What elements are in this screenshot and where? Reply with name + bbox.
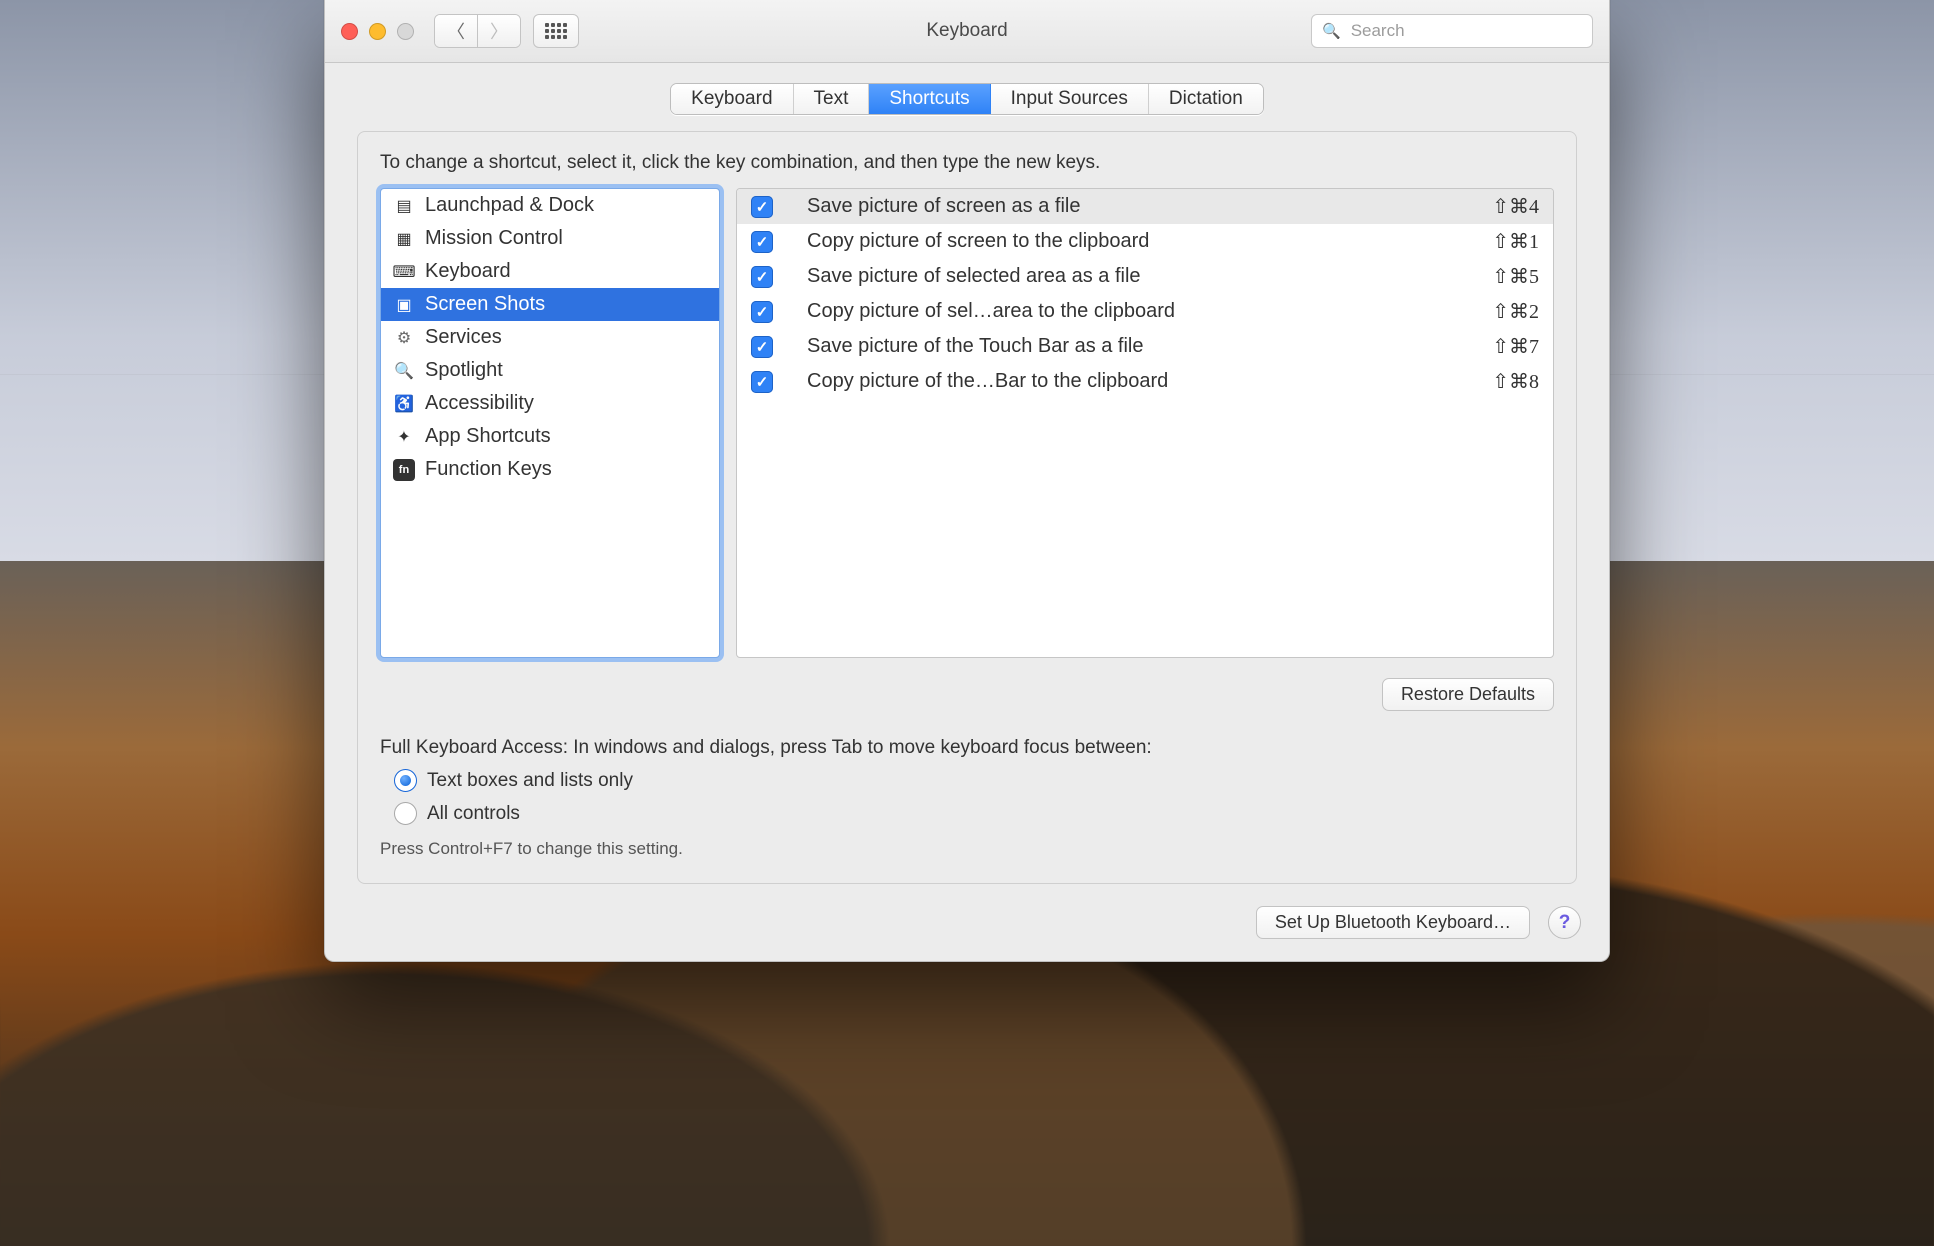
radio-button[interactable] bbox=[394, 802, 417, 825]
shortcut-label: Copy picture of sel…area to the clipboar… bbox=[807, 300, 1445, 323]
category-item[interactable]: ♿ Accessibility bbox=[381, 387, 719, 420]
category-label: Mission Control bbox=[425, 227, 563, 250]
keyboard-icon: ⌨ bbox=[393, 261, 415, 283]
fka-option-label: All controls bbox=[427, 803, 520, 825]
zoom-button[interactable] bbox=[397, 23, 414, 40]
titlebar: 〈 〉 Keyboard 🔍 bbox=[325, 0, 1609, 63]
spotlight-icon: 🔍 bbox=[393, 360, 415, 382]
tab-bar: KeyboardTextShortcutsInput SourcesDictat… bbox=[670, 83, 1264, 115]
shortcut-checkbox[interactable]: ✓ bbox=[751, 231, 773, 253]
restore-defaults-button[interactable]: Restore Defaults bbox=[1382, 678, 1554, 711]
fka-heading: Full Keyboard Access: In windows and dia… bbox=[380, 737, 1554, 759]
chevron-right-icon: 〉 bbox=[490, 18, 508, 44]
screenshot-icon: ▣ bbox=[393, 294, 415, 316]
category-item[interactable]: ⌨ Keyboard bbox=[381, 255, 719, 288]
help-button[interactable]: ? bbox=[1548, 906, 1581, 939]
category-item[interactable]: ▣ Screen Shots bbox=[381, 288, 719, 321]
lists-container: ▤ Launchpad & Dock ▦ Mission Control ⌨ Keyboa… bbox=[380, 188, 1554, 658]
grid-icon bbox=[545, 23, 567, 39]
tab-input-sources[interactable]: Input Sources bbox=[991, 84, 1149, 114]
category-item[interactable]: fn Function Keys bbox=[381, 453, 719, 486]
shortcut-checkbox[interactable]: ✓ bbox=[751, 371, 773, 393]
category-label: Spotlight bbox=[425, 359, 503, 382]
shortcut-checkbox[interactable]: ✓ bbox=[751, 336, 773, 358]
shortcut-checkbox[interactable]: ✓ bbox=[751, 301, 773, 323]
minimize-button[interactable] bbox=[369, 23, 386, 40]
gear-icon: ⚙ bbox=[393, 327, 415, 349]
tabs-row: KeyboardTextShortcutsInput SourcesDictat… bbox=[325, 63, 1609, 131]
bottom-bar: Set Up Bluetooth Keyboard… ? bbox=[325, 884, 1609, 961]
show-all-button[interactable] bbox=[533, 14, 579, 48]
fka-option[interactable]: All controls bbox=[380, 802, 1554, 825]
apps-icon: ✦ bbox=[393, 426, 415, 448]
back-button[interactable]: 〈 bbox=[435, 15, 478, 47]
nav-back-forward: 〈 〉 bbox=[434, 14, 521, 48]
fka-option-label: Text boxes and lists only bbox=[427, 770, 633, 792]
shortcut-checkbox[interactable]: ✓ bbox=[751, 196, 773, 218]
shortcut-label: Copy picture of screen to the clipboard bbox=[807, 230, 1445, 253]
category-label: Function Keys bbox=[425, 458, 552, 481]
category-list[interactable]: ▤ Launchpad & Dock ▦ Mission Control ⌨ Keyboa… bbox=[380, 188, 720, 658]
category-label: Accessibility bbox=[425, 392, 534, 415]
shortcut-label: Copy picture of the…Bar to the clipboard bbox=[807, 370, 1445, 393]
tab-shortcuts[interactable]: Shortcuts bbox=[869, 84, 990, 114]
search-input[interactable] bbox=[1349, 20, 1582, 42]
category-item[interactable]: ✦ App Shortcuts bbox=[381, 420, 719, 453]
forward-button[interactable]: 〉 bbox=[478, 15, 520, 47]
window-controls bbox=[341, 23, 414, 40]
search-icon: 🔍 bbox=[1322, 22, 1341, 40]
search-field[interactable]: 🔍 bbox=[1311, 14, 1593, 48]
category-item[interactable]: ⚙ Services bbox=[381, 321, 719, 354]
shortcuts-panel: To change a shortcut, select it, click t… bbox=[357, 131, 1577, 884]
category-item[interactable]: ▦ Mission Control bbox=[381, 222, 719, 255]
fka-option[interactable]: Text boxes and lists only bbox=[380, 769, 1554, 792]
shortcut-row[interactable]: ✓ Copy picture of the…Bar to the clipboar… bbox=[737, 364, 1553, 399]
category-label: App Shortcuts bbox=[425, 425, 551, 448]
category-label: Services bbox=[425, 326, 502, 349]
shortcut-keys[interactable]: ⇧⌘2 bbox=[1459, 299, 1539, 324]
radio-button[interactable] bbox=[394, 769, 417, 792]
shortcut-row[interactable]: ✓ Copy picture of sel…area to the clipboa… bbox=[737, 294, 1553, 329]
preferences-window: 〈 〉 Keyboard 🔍 KeyboardTextS bbox=[324, 0, 1610, 962]
category-label: Keyboard bbox=[425, 260, 511, 283]
tab-keyboard[interactable]: Keyboard bbox=[671, 84, 793, 114]
category-label: Launchpad & Dock bbox=[425, 194, 594, 217]
tab-dictation[interactable]: Dictation bbox=[1149, 84, 1263, 114]
shortcut-row[interactable]: ✓ Save picture of screen as a file ⇧⌘4 bbox=[737, 189, 1553, 224]
rocket-icon: ▤ bbox=[393, 195, 415, 217]
category-item[interactable]: ▤ Launchpad & Dock bbox=[381, 189, 719, 222]
shortcut-keys[interactable]: ⇧⌘7 bbox=[1459, 334, 1539, 359]
mission-icon: ▦ bbox=[393, 228, 415, 250]
setup-bluetooth-keyboard-button[interactable]: Set Up Bluetooth Keyboard… bbox=[1256, 906, 1530, 939]
shortcut-row[interactable]: ✓ Copy picture of screen to the clipboard… bbox=[737, 224, 1553, 259]
shortcut-keys[interactable]: ⇧⌘5 bbox=[1459, 264, 1539, 289]
shortcut-row[interactable]: ✓ Save picture of the Touch Bar as a file… bbox=[737, 329, 1553, 364]
fka-hint: Press Control+F7 to change this setting. bbox=[380, 839, 1554, 859]
shortcut-keys[interactable]: ⇧⌘1 bbox=[1459, 229, 1539, 254]
fn-icon: fn bbox=[393, 459, 415, 481]
shortcut-keys[interactable]: ⇧⌘4 bbox=[1459, 194, 1539, 219]
category-item[interactable]: 🔍 Spotlight bbox=[381, 354, 719, 387]
category-label: Screen Shots bbox=[425, 293, 545, 316]
tab-text[interactable]: Text bbox=[794, 84, 870, 114]
shortcut-label: Save picture of selected area as a file bbox=[807, 265, 1445, 288]
chevron-left-icon: 〈 bbox=[447, 18, 465, 44]
shortcut-checkbox[interactable]: ✓ bbox=[751, 266, 773, 288]
instructions-text: To change a shortcut, select it, click t… bbox=[380, 152, 1554, 174]
shortcut-list[interactable]: • ✓Save picture of screen as a file⇧⌘4✓C… bbox=[736, 188, 1554, 658]
shortcut-keys[interactable]: ⇧⌘8 bbox=[1459, 369, 1539, 394]
accessibility-icon: ♿ bbox=[393, 393, 415, 415]
close-button[interactable] bbox=[341, 23, 358, 40]
shortcut-row[interactable]: ✓ Save picture of selected area as a file… bbox=[737, 259, 1553, 294]
shortcut-label: Save picture of screen as a file bbox=[807, 195, 1445, 218]
shortcut-label: Save picture of the Touch Bar as a file bbox=[807, 335, 1445, 358]
